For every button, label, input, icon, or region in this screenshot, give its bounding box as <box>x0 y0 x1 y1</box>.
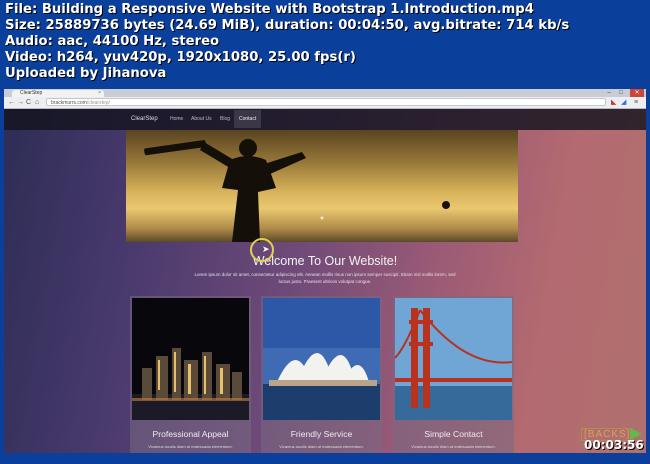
extension-icon[interactable]: ◣ <box>611 98 616 107</box>
browser-tab-strip: ClearStep × – □ ✕ <box>4 89 646 97</box>
tab-close-icon[interactable]: × <box>98 90 101 97</box>
card-title: Friendly Service <box>290 429 353 439</box>
close-window-icon[interactable]: ✕ <box>630 89 644 97</box>
back-icon[interactable]: ← <box>8 98 15 107</box>
video-info-line: Video: h264, yuv420p, 1920x1080, 25.00 f… <box>5 50 356 65</box>
browser-toolbar: ← → C ⌂ brackmurrs.com/clearstep/ ◣ ◢ ≡ <box>4 97 646 109</box>
card-text: Vivamus iaculis diam at malesuada elemen… <box>148 444 233 449</box>
browser-tab[interactable]: ClearStep × <box>12 90 104 97</box>
file-size-line: Size: 25889736 bytes (24.69 MiB), durati… <box>5 18 570 33</box>
nav-link-blog[interactable]: Blog <box>220 116 230 122</box>
video-timestamp: 00:03:56 <box>584 438 644 452</box>
feature-card-service[interactable]: Friendly Service Vivamus iaculis diam at… <box>261 296 382 453</box>
feature-card-professional[interactable]: Professional Appeal Vivamus iaculis diam… <box>130 296 251 453</box>
video-frame: ClearStep × – □ ✕ ← → C ⌂ brackmurrs.com… <box>4 89 646 453</box>
card-title: Simple Contact <box>424 429 483 439</box>
card-title: Professional Appeal <box>152 429 229 439</box>
site-navbar: ClearStep Home About Us Blog Contact <box>4 109 646 130</box>
card-image-city <box>132 298 249 420</box>
home-icon[interactable]: ⌂ <box>35 98 39 107</box>
webpage-viewport: ClearStep Home About Us Blog Contact Wel… <box>4 109 646 453</box>
address-bar[interactable]: brackmurrs.com/clearstep/ <box>46 98 606 106</box>
welcome-heading: Welcome To Our Website! <box>252 254 398 268</box>
card-text: Vivamus iaculis diam at malesuada elemen… <box>279 444 364 449</box>
nav-link-contact[interactable]: Contact <box>234 110 262 128</box>
forward-icon[interactable]: → <box>17 98 24 107</box>
hero-image <box>126 130 518 242</box>
nav-link-home[interactable]: Home <box>170 116 183 122</box>
intro-paragraph: Lorem ipsum dolor sit amet, consectetur … <box>194 272 456 284</box>
maximize-icon[interactable]: □ <box>616 89 626 97</box>
card-text: Vivamus iaculis diam at malesuada elemen… <box>411 444 496 449</box>
file-info-overlay: File: Building a Responsive Website with… <box>5 2 569 82</box>
extension-icon-2[interactable]: ◢ <box>621 98 626 107</box>
url-path: /clearstep/ <box>86 100 110 106</box>
file-name-line: File: Building a Responsive Website with… <box>5 2 534 17</box>
url-host: brackmurrs.com <box>51 100 87 106</box>
audio-info-line: Audio: aac, 44100 Hz, stereo <box>5 34 220 49</box>
cricketer-silhouette <box>144 139 450 242</box>
nav-link-about[interactable]: About Us <box>191 116 212 122</box>
mouse-cursor-icon: ➤ <box>262 244 270 254</box>
card-image-opera-house <box>263 298 380 420</box>
menu-icon[interactable]: ≡ <box>634 98 638 107</box>
uploader-line: Uploaded by Jihanova <box>5 66 167 81</box>
feature-card-contact[interactable]: Simple Contact Vivamus iaculis diam at m… <box>393 296 514 453</box>
reload-icon[interactable]: C <box>26 98 31 107</box>
site-brand[interactable]: ClearStep <box>131 116 158 122</box>
minimize-icon[interactable]: – <box>604 89 614 97</box>
tab-title: ClearStep <box>20 90 43 96</box>
card-image-bridge <box>395 298 512 420</box>
